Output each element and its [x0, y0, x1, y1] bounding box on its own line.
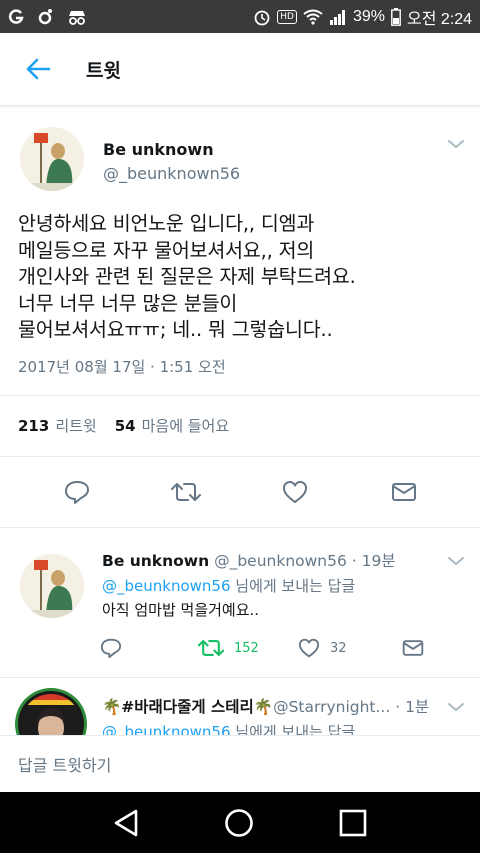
caret-down-icon[interactable]	[446, 137, 466, 151]
back-arrow-icon	[26, 58, 51, 80]
reply-icon	[64, 480, 89, 504]
app-header: 트윗	[0, 33, 480, 106]
reply-author-name[interactable]: 🌴#바래다줄게 스테리🌴	[102, 698, 273, 716]
compose-placeholder: 답글 트윗하기	[18, 756, 112, 775]
nav-recents-icon[interactable]	[338, 808, 368, 838]
like-count: 54	[114, 417, 136, 435]
dm-button[interactable]	[402, 638, 424, 658]
retweet-button[interactable]: 152	[198, 638, 298, 658]
caret-down-icon[interactable]	[446, 700, 466, 714]
back-button[interactable]	[8, 33, 68, 106]
system-nav-bar	[0, 792, 480, 853]
dm-button[interactable]	[384, 472, 424, 512]
reply-button[interactable]	[100, 638, 198, 658]
retweet-icon	[198, 640, 224, 656]
page-title: 트윗	[86, 59, 121, 82]
caret-down-icon[interactable]	[446, 554, 466, 568]
status-bar-left-icons	[8, 8, 88, 26]
tweet-stats: 213 리트윗 54 마음에 들어요	[0, 396, 480, 456]
avatar[interactable]	[18, 691, 84, 735]
hd-badge: HD	[277, 9, 297, 24]
like-stat[interactable]: 54 마음에 들어요	[115, 415, 229, 436]
reply-context: @_beunknown56 님에게 보내는 답글	[102, 721, 355, 735]
tweet-timestamp: 2017년 08월 17일 · 1:51 오전	[18, 357, 226, 376]
heart-icon	[282, 480, 307, 503]
battery-icon	[391, 7, 401, 26]
avatar-image	[20, 127, 84, 191]
clock: 오전 2:24	[406, 10, 472, 28]
dm-envelope-icon	[391, 482, 416, 501]
reply-to-handle[interactable]: @_beunknown56	[102, 723, 231, 735]
status-bar: HD 39% 오전 2:24	[0, 0, 480, 33]
notification-g-icon	[8, 8, 24, 24]
alarm-icon	[254, 10, 270, 25]
incognito-icon	[69, 10, 85, 25]
author-handle[interactable]: @_beunknown56	[103, 164, 240, 183]
reply-author-meta: @Starrynight... · 1분	[273, 698, 430, 716]
avatar[interactable]	[20, 554, 84, 618]
reply-tweet[interactable]: Be unknown @_beunknown56 · 19분 @_beunkno…	[0, 534, 480, 676]
reply-retweet-count: 152	[234, 640, 259, 656]
tweet-header: Be unknown @_beunknown56	[0, 107, 480, 199]
reply-context: @_beunknown56 님에게 보내는 답글	[102, 575, 355, 596]
reply-icon	[100, 638, 122, 658]
nav-home-icon[interactable]	[223, 807, 255, 839]
retweet-button[interactable]	[166, 472, 206, 512]
reply-author-meta: @_beunknown56 · 19분	[209, 552, 396, 570]
retweet-label: 리트윗	[55, 417, 97, 435]
avatar[interactable]	[20, 127, 84, 191]
reply-to-suffix: 님에게 보내는 답글	[230, 577, 356, 595]
reply-compose-bar[interactable]: 답글 트윗하기	[0, 735, 480, 792]
reply-tweet[interactable]: 🌴#바래다줄게 스테리🌴@Starrynight... · 1분 @_beunk…	[0, 678, 480, 735]
avatar-image	[21, 694, 81, 735]
retweet-count: 213	[18, 417, 50, 435]
notification-circle-icon	[38, 8, 52, 24]
author-name[interactable]: Be unknown	[103, 140, 214, 159]
avatar-image	[20, 554, 84, 618]
retweet-icon	[170, 482, 201, 501]
dm-envelope-icon	[402, 640, 424, 656]
wifi-icon	[303, 9, 323, 25]
reply-button[interactable]	[57, 472, 97, 512]
divider	[0, 526, 480, 528]
reply-to-handle[interactable]: @_beunknown56	[102, 577, 231, 595]
like-label: 마음에 들어요	[141, 417, 230, 435]
reply-author-line: Be unknown @_beunknown56 · 19분	[102, 549, 396, 571]
reply-author-line: 🌴#바래다줄게 스테리🌴@Starrynight... · 1분	[102, 695, 429, 717]
reply-to-suffix: 님에게 보내는 답글	[230, 723, 356, 735]
like-button[interactable]: 32	[298, 638, 402, 658]
heart-icon	[298, 638, 320, 658]
tweet-text: 안녕하세요 비언노운 입니다,, 디엠과 메일등으로 자꾸 물어보셔서요,, 저…	[18, 212, 356, 341]
reply-text: 아직 엄마밥 먹을거예요..	[102, 601, 260, 619]
reply-author-name[interactable]: Be unknown	[102, 552, 209, 570]
signal-icon	[329, 9, 345, 25]
tweet-actions	[0, 457, 480, 527]
reply-actions: 152 32	[100, 638, 430, 658]
main-tweet: Be unknown @_beunknown56 안녕하세요 비언노운 입니다,…	[0, 107, 480, 528]
status-bar-right: HD 39% 오전 2:24	[253, 5, 472, 29]
battery-percent: 39%	[352, 7, 385, 25]
reply-like-count: 32	[330, 640, 347, 656]
nav-back-icon[interactable]	[112, 808, 140, 838]
like-button[interactable]	[275, 472, 315, 512]
retweet-stat[interactable]: 213 리트윗	[18, 415, 97, 436]
